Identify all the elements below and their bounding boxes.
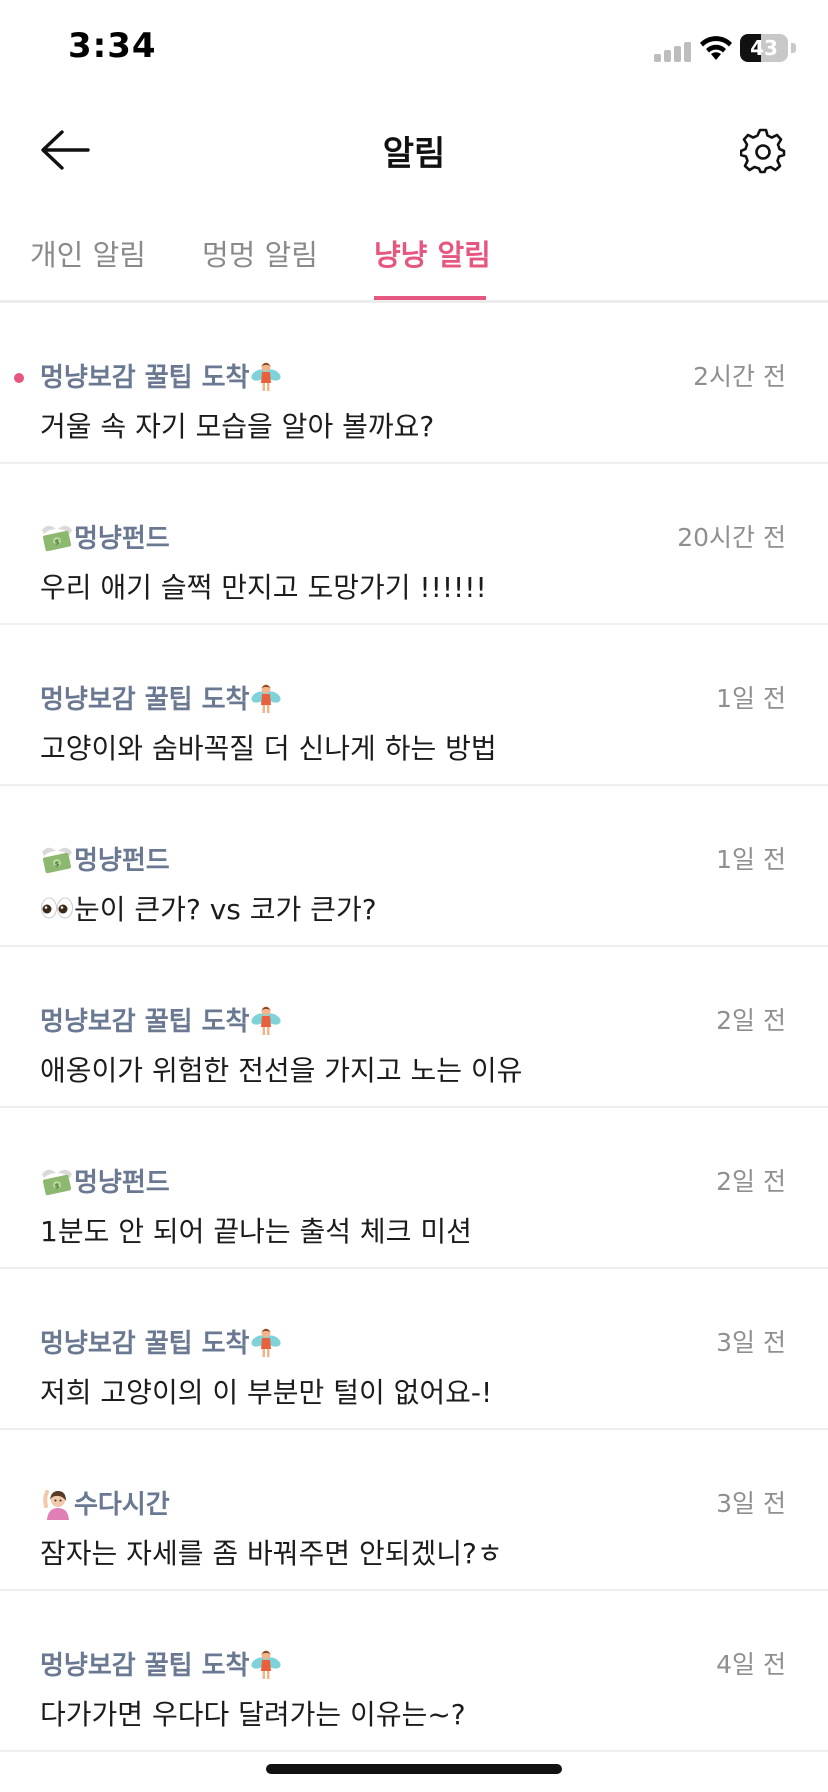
notification-category-label: 멍냥보감 꿀팁 도착	[40, 1651, 250, 1681]
notification-category-label: 멍냥보감 꿀팁 도착	[40, 363, 250, 393]
fairy-icon	[249, 359, 283, 393]
notification-category: 멍냥보감 꿀팁 도착	[40, 1001, 283, 1038]
notification-message: 1분도 안 되어 끝나는 출석 체크 미션	[40, 1210, 472, 1250]
notification-time: 20시간 전	[677, 523, 786, 552]
notification-message: 잠자는 자세를 좀 바꿔주면 안되겠니?ㅎ	[40, 1532, 503, 1572]
notification-category: 멍냥보감 꿀팁 도착	[40, 1645, 283, 1682]
battery-body: 43	[740, 34, 788, 62]
notification-category: 멍냥보감 꿀팁 도착	[40, 357, 283, 394]
cellular-signal-icon	[654, 42, 691, 62]
status-bar: 3:34 43	[0, 0, 828, 100]
notification-message: 거울 속 자기 모습을 알아 볼까요?	[40, 405, 434, 445]
notification-item[interactable]: 멍냥보감 꿀팁 도착 1일 전고양이와 숨바꼭질 더 신나게 하는 방법	[0, 625, 828, 786]
notification-category-label: 멍냥보감 꿀팁 도착	[40, 1329, 250, 1359]
notification-category-label: 멍냥보감 꿀팁 도착	[40, 685, 250, 715]
notification-message-text: 거울 속 자기 모습을 알아 볼까요?	[40, 410, 435, 443]
home-indicator	[266, 1764, 562, 1774]
fairy-icon	[249, 681, 283, 715]
notification-time: 2일 전	[716, 1167, 786, 1196]
battery-cap	[791, 43, 796, 53]
notification-message: 눈이 큰가? vs 코가 큰가?	[40, 888, 377, 928]
notification-category-label: 멍냥보감 꿀팁 도착	[40, 1007, 250, 1037]
notification-item[interactable]: 멍냥보감 꿀팁 도착 3일 전저희 고양이의 이 부분만 털이 없어요-!	[0, 1269, 828, 1430]
notification-time: 3일 전	[716, 1328, 786, 1357]
notification-message: 다가가면 우다다 달려가는 이유는~?	[40, 1693, 466, 1733]
svg-text:$: $	[55, 1182, 60, 1190]
fairy-icon	[249, 1325, 283, 1359]
notification-category-label: 멍냥펀드	[74, 846, 170, 876]
header: 알림	[0, 100, 828, 200]
wifi-icon	[700, 36, 732, 60]
notification-category: $ 멍냥펀드	[40, 840, 170, 877]
unread-dot	[14, 373, 24, 383]
notification-category: 멍냥보감 꿀팁 도착	[40, 679, 283, 716]
notification-tabs: 개인 알림 멍멍 알림 냥냥 알림	[0, 210, 828, 303]
notification-item[interactable]: 수다시간 3일 전잠자는 자세를 좀 바꿔주면 안되겠니?ㅎ	[0, 1430, 828, 1591]
battery-percent: 43	[750, 36, 778, 60]
active-tab-indicator	[374, 296, 486, 300]
notification-time: 2시간 전	[693, 362, 786, 391]
notification-item[interactable]: 멍냥보감 꿀팁 도착 2시간 전거울 속 자기 모습을 알아 볼까요?	[0, 303, 828, 464]
fairy-icon	[249, 1003, 283, 1037]
notification-message: 고양이와 숨바꼭질 더 신나게 하는 방법	[40, 727, 497, 767]
notification-message-text: 잠자는 자세를 좀 바꿔주면 안되겠니?ㅎ	[40, 1537, 503, 1570]
notification-message-text: 1분도 안 되어 끝나는 출석 체크 미션	[40, 1215, 472, 1248]
status-time: 3:34	[68, 26, 157, 66]
notification-time: 2일 전	[716, 1006, 786, 1035]
notification-category: $ 멍냥펀드	[40, 1162, 170, 1199]
tab-cat-notifications[interactable]: 냥냥 알림	[374, 232, 491, 274]
notification-message-text: 고양이와 숨바꼭질 더 신나게 하는 방법	[40, 732, 497, 765]
notification-time: 4일 전	[716, 1650, 786, 1679]
notification-message-text: 애옹이가 위험한 전선을 가지고 노는 이유	[40, 1054, 523, 1087]
notification-item[interactable]: $ 멍냥펀드 1일 전눈이 큰가? vs 코가 큰가?	[0, 786, 828, 947]
gear-icon	[739, 128, 786, 174]
money-wings-icon: $	[40, 1164, 74, 1198]
money-wings-icon: $	[40, 842, 74, 876]
notification-category: 수다시간	[40, 1484, 170, 1521]
fairy-icon	[249, 1647, 283, 1681]
tab-dog-notifications[interactable]: 멍멍 알림	[202, 232, 318, 274]
notification-item[interactable]: 멍냥보감 꿀팁 도착 4일 전다가가면 우다다 달려가는 이유는~?	[0, 1591, 828, 1752]
notification-time: 1일 전	[716, 845, 786, 874]
notification-message: 애옹이가 위험한 전선을 가지고 노는 이유	[40, 1049, 522, 1089]
svg-text:$: $	[55, 860, 60, 868]
page-title: 알림	[382, 134, 446, 174]
raising-hand-icon	[40, 1486, 74, 1520]
money-wings-icon: $	[40, 520, 74, 554]
notification-message-text: 다가가면 우다다 달려가는 이유는~?	[40, 1698, 466, 1731]
battery-indicator: 43	[740, 34, 802, 62]
notification-message-text: 우리 애기 슬쩍 만지고 도망가기 !!!!!!	[40, 571, 487, 604]
svg-text:$: $	[55, 538, 60, 546]
notification-category-label: 수다시간	[74, 1490, 170, 1520]
notification-time: 3일 전	[716, 1489, 786, 1518]
notification-category-label: 멍냥펀드	[74, 1168, 170, 1198]
notification-item[interactable]: 멍냥보감 꿀팁 도착 2일 전애옹이가 위험한 전선을 가지고 노는 이유	[0, 947, 828, 1108]
notification-item[interactable]: $ 멍냥펀드 20시간 전우리 애기 슬쩍 만지고 도망가기 !!!!!!	[0, 464, 828, 625]
notification-message-text: 눈이 큰가? vs 코가 큰가?	[74, 893, 377, 926]
tab-personal-notifications[interactable]: 개인 알림	[30, 232, 146, 274]
notification-category-label: 멍냥펀드	[74, 524, 170, 554]
notification-message-text: 저희 고양이의 이 부분만 털이 없어요-!	[40, 1376, 493, 1409]
notification-time: 1일 전	[716, 684, 786, 713]
settings-button[interactable]	[739, 128, 786, 174]
eyes-icon	[40, 891, 74, 925]
notification-category: 멍냥보감 꿀팁 도착	[40, 1323, 283, 1360]
notification-message: 저희 고양이의 이 부분만 털이 없어요-!	[40, 1371, 492, 1411]
notification-list: 멍냥보감 꿀팁 도착 2시간 전거울 속 자기 모습을 알아 볼까요? $ 멍냥펀드 2…	[0, 303, 828, 1752]
notification-category: $ 멍냥펀드	[40, 518, 170, 555]
notification-item[interactable]: $ 멍냥펀드 2일 전 1분도 안 되어 끝나는 출석 체크 미션	[0, 1108, 828, 1269]
notification-message: 우리 애기 슬쩍 만지고 도망가기 !!!!!!	[40, 566, 487, 606]
